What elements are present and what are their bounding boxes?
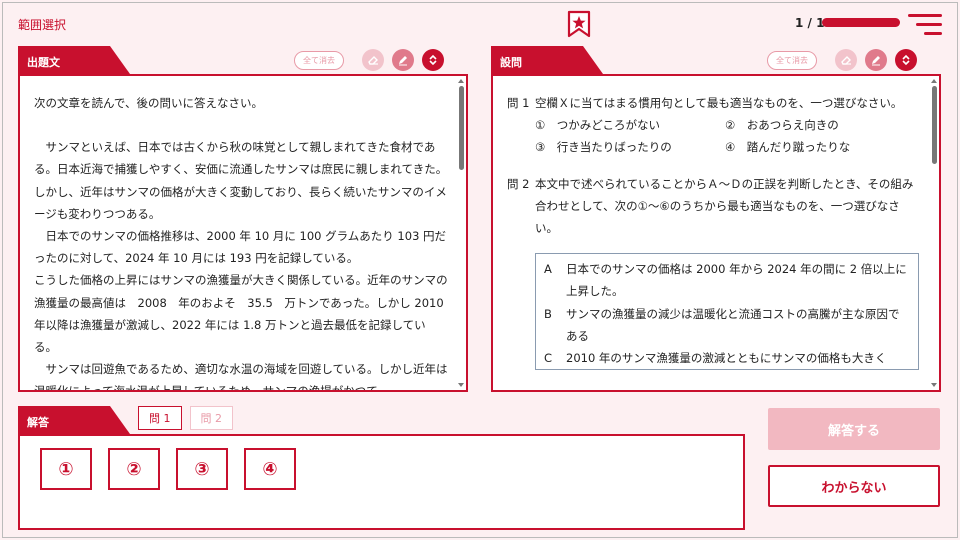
expand-chevrons-icon [429,54,437,66]
progress-bar [822,18,900,27]
statement-text: サンマの漁獲量の減少は温暖化と流通コストの高騰が主な原因である [566,306,900,343]
choice-item: ③ 行き当たりばったりの [535,140,672,155]
statement-text: 日本でのサンマの価格は 2000 年から 2024 年の間に 2 倍以上に上昇し… [566,262,907,299]
statement-label: C [544,351,553,366]
scroll-down-arrow[interactable] [458,383,464,387]
questions-toolbar: 全て消去 [767,46,917,74]
question-number: 問 1 [507,96,530,110]
answer-content: ① ② ③ ④ [18,434,745,530]
scroll-down-arrow[interactable] [931,383,937,387]
question-1: 問 1 空欄Ｘに当てはまる慣用句として最も適当なものを、一つ選びなさい。 [507,92,919,114]
eraser-icon [841,56,851,65]
answer-option-4[interactable]: ④ [244,448,296,490]
pen-icon [872,56,880,66]
page-counter: 1 / 1 [795,16,825,30]
question-text: 空欄Ｘに当てはまる慣用句として最も適当なものを、一つ選びなさい。 [535,96,903,110]
progress-fill [822,18,900,27]
questions-panel: 設問 全て消去 問 1 空欄Ｘに当てはまる慣用句として最も適当なものを、一つ選び… [491,46,941,392]
questions-text: 問 1 空欄Ｘに当てはまる慣用句として最も適当なものを、一つ選びなさい。 ① つ… [507,92,919,371]
statement-label: B [544,306,552,321]
passage-paragraph: こうした価格の上昇にはサンマの漁獲量が大きく関係している。近年のサンマの漁獲量の… [34,273,448,355]
answer-panel: 解答 ① ② ③ ④ [18,406,745,530]
question-1-choices: ① つかみどころがない ② おあつらえ向きの ③ 行き当たりばったりの ④ 踏ん… [535,114,919,158]
choice-item: ④ 踏んだり蹴ったりな [725,140,851,155]
passage-eraser-button[interactable] [362,49,384,71]
submit-answer-button[interactable]: 解答する [768,408,940,450]
passage-scrollbar[interactable] [459,86,464,170]
dont-know-button[interactable]: わからない [768,465,940,507]
statement-item: A 日本でのサンマの価格は 2000 年から 2024 年の間に 2 倍以上に上… [544,258,910,302]
choice-item: ① つかみどころがない [535,118,660,133]
answer-option-1[interactable]: ① [40,448,92,490]
questions-marker-button[interactable] [865,49,887,71]
passage-paragraph [34,114,448,136]
passage-paragraph: 日本でのサンマの価格推移は、2000 年 10 月に 100 グラムあたり 10… [34,229,447,266]
questions-clear-all-button[interactable]: 全て消去 [767,50,817,70]
questions-content[interactable]: 問 1 空欄Ｘに当てはまる慣用句として最も適当なものを、一つ選びなさい。 ① つ… [491,74,941,392]
answer-option-2[interactable]: ② [108,448,160,490]
scroll-up-arrow[interactable] [458,79,464,83]
questions-eraser-button[interactable] [835,49,857,71]
questions-scrollbar[interactable] [932,86,937,164]
statements-box: A 日本でのサンマの価格は 2000 年から 2024 年の間に 2 倍以上に上… [535,253,919,371]
pen-icon [399,56,407,66]
menu-icon[interactable] [908,12,942,38]
range-select-link[interactable]: 範囲選択 [18,16,66,33]
answer-option-3[interactable]: ③ [176,448,228,490]
questions-expand-button[interactable] [895,49,917,71]
question-text: 本文中で述べられていることからＡ～Ｄの正誤を判断したとき、その組み合わせとして、… [535,176,914,236]
question-number: 問 2 [507,176,530,191]
bookmark-star-icon[interactable] [566,10,592,38]
questions-tab: 設問 [491,46,603,74]
passage-paragraph: サンマは回遊魚であるため、適切な水温の海域を回遊している。しかし近年は温暖化によ… [34,362,448,392]
eraser-icon [368,56,378,65]
passage-tab: 出題文 [18,46,130,74]
passage-paragraph: 次の文章を読んで、後の問いに答えなさい。 [34,96,263,110]
passage-marker-button[interactable] [392,49,414,71]
passage-toolbar: 全て消去 [294,46,444,74]
passage-paragraph: サンマといえば、日本では古くから秋の味覚として親しまれてきた食材である。日本近海… [34,140,448,221]
answer-tab: 解答 [18,406,130,434]
statement-text: 2010 年のサンマ漁獲量の激減とともにサンマの価格も大きく [566,351,887,366]
passage-panel: 出題文 全て消去 次の文章を読んで、後の問いに答えなさい。 サンマといえば、日本… [18,46,468,392]
choice-item: ② おあつらえ向きの [725,118,839,133]
passage-expand-button[interactable] [422,49,444,71]
statement-label: A [544,262,552,277]
expand-chevrons-icon [902,54,910,66]
passage-content[interactable]: 次の文章を読んで、後の問いに答えなさい。 サンマといえば、日本では古くから秋の味… [18,74,468,392]
passage-text: 次の文章を読んで、後の問いに答えなさい。 サンマといえば、日本では古くから秋の味… [34,92,448,392]
passage-clear-all-button[interactable]: 全て消去 [294,50,344,70]
question-2: 問 2 本文中で述べられていることからＡ～Ｄの正誤を判断したとき、その組み合わせ… [507,173,919,240]
scroll-up-arrow[interactable] [931,79,937,83]
statement-item: C 2010 年のサンマ漁獲量の激減とともにサンマの価格も大きく [544,347,910,369]
statement-item: B サンマの漁獲量の減少は温暖化と流通コストの高騰が主な原因である [544,303,910,347]
